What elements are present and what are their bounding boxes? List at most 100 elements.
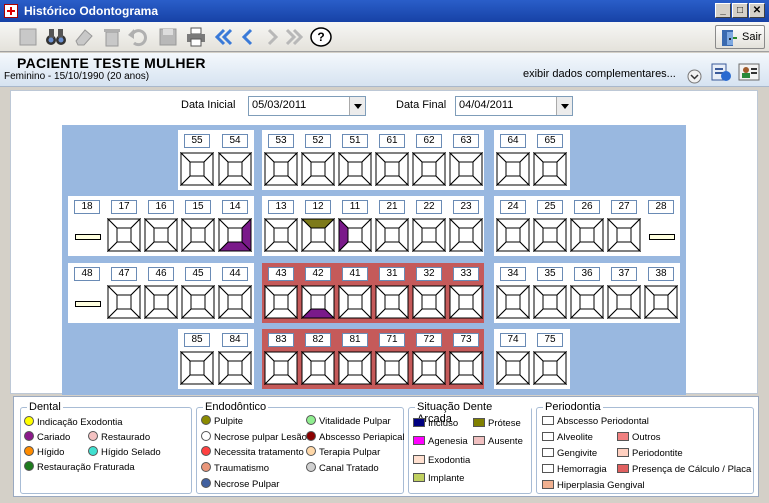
tooth-face-center[interactable] xyxy=(421,294,437,310)
tooth-11[interactable]: 11 xyxy=(338,200,372,254)
maximize-button[interactable]: □ xyxy=(732,3,748,18)
tooth-face-center[interactable] xyxy=(579,294,595,310)
tooth-45[interactable]: 45 xyxy=(181,267,215,321)
tooth-47[interactable]: 47 xyxy=(107,267,141,321)
tooth-15[interactable]: 15 xyxy=(181,200,215,254)
tooth-face-center[interactable] xyxy=(227,161,243,177)
tooth-71[interactable]: 71 xyxy=(375,333,409,387)
tooth-36[interactable]: 36 xyxy=(570,267,604,321)
tooth-face-center[interactable] xyxy=(227,360,243,376)
tooth-16[interactable]: 16 xyxy=(144,200,178,254)
tooth-17[interactable]: 17 xyxy=(107,200,141,254)
trash-icon[interactable] xyxy=(100,25,124,49)
tooth-face-center[interactable] xyxy=(347,227,363,243)
tooth-face-center[interactable] xyxy=(421,227,437,243)
tooth-83[interactable]: 83 xyxy=(264,333,298,387)
tooth-face-center[interactable] xyxy=(542,227,558,243)
tooth-face-center[interactable] xyxy=(653,294,669,310)
tooth-face-center[interactable] xyxy=(616,227,632,243)
tooth-face-center[interactable] xyxy=(421,360,437,376)
tooth-face-center[interactable] xyxy=(190,227,206,243)
tooth-face-center[interactable] xyxy=(273,360,289,376)
tooth-81[interactable]: 81 xyxy=(338,333,372,387)
tooth-54[interactable]: 54 xyxy=(218,134,252,188)
tooth-22[interactable]: 22 xyxy=(412,200,446,254)
tooth-35[interactable]: 35 xyxy=(533,267,567,321)
tooth-face-center[interactable] xyxy=(190,294,206,310)
tooth-84[interactable]: 84 xyxy=(218,333,252,387)
tooth-26[interactable]: 26 xyxy=(570,200,604,254)
print-icon[interactable] xyxy=(184,25,208,49)
tooth-face-center[interactable] xyxy=(227,227,243,243)
binoculars-icon[interactable] xyxy=(44,25,68,49)
tooth-43[interactable]: 43 xyxy=(264,267,298,321)
tooth-38[interactable]: 38 xyxy=(644,267,678,321)
patient-card-icon[interactable] xyxy=(710,61,732,86)
first-icon[interactable] xyxy=(212,25,236,49)
tooth-34[interactable]: 34 xyxy=(496,267,530,321)
tooth-25[interactable]: 25 xyxy=(533,200,567,254)
tooth-face-center[interactable] xyxy=(310,161,326,177)
tooth-18[interactable]: 18 xyxy=(70,200,104,254)
tooth-face-center[interactable] xyxy=(542,294,558,310)
tooth-face-center[interactable] xyxy=(384,294,400,310)
tooth-absent-marker[interactable] xyxy=(75,234,101,240)
tooth-82[interactable]: 82 xyxy=(301,333,335,387)
tooth-62[interactable]: 62 xyxy=(412,134,446,188)
tooth-face-center[interactable] xyxy=(384,161,400,177)
tooth-31[interactable]: 31 xyxy=(375,267,409,321)
tooth-12[interactable]: 12 xyxy=(301,200,335,254)
tooth-51[interactable]: 51 xyxy=(338,134,372,188)
tooth-33[interactable]: 33 xyxy=(449,267,483,321)
tooth-32[interactable]: 32 xyxy=(412,267,446,321)
tooth-face-center[interactable] xyxy=(421,161,437,177)
tooth-face-center[interactable] xyxy=(384,360,400,376)
tooth-74[interactable]: 74 xyxy=(496,333,530,387)
minimize-button[interactable]: _ xyxy=(715,3,731,18)
next-icon[interactable] xyxy=(260,25,284,49)
tooth-72[interactable]: 72 xyxy=(412,333,446,387)
tooth-face-center[interactable] xyxy=(227,294,243,310)
expand-icon[interactable] xyxy=(687,69,702,87)
tooth-face-center[interactable] xyxy=(505,360,521,376)
tooth-48[interactable]: 48 xyxy=(70,267,104,321)
tooth-face-center[interactable] xyxy=(273,294,289,310)
tooth-65[interactable]: 65 xyxy=(533,134,567,188)
tooth-face-center[interactable] xyxy=(505,227,521,243)
tooth-face-center[interactable] xyxy=(347,360,363,376)
tooth-face-center[interactable] xyxy=(310,360,326,376)
new-icon[interactable] xyxy=(16,25,40,49)
tooth-41[interactable]: 41 xyxy=(338,267,372,321)
end-date-field[interactable]: 04/04/2011 xyxy=(455,96,573,116)
tooth-42[interactable]: 42 xyxy=(301,267,335,321)
tooth-face-center[interactable] xyxy=(189,360,205,376)
tooth-75[interactable]: 75 xyxy=(533,333,567,387)
eraser-icon[interactable] xyxy=(72,25,96,49)
tooth-face-center[interactable] xyxy=(273,227,289,243)
tooth-absent-marker[interactable] xyxy=(649,234,675,240)
tooth-face-center[interactable] xyxy=(189,161,205,177)
tooth-64[interactable]: 64 xyxy=(496,134,530,188)
tooth-face-center[interactable] xyxy=(542,161,558,177)
previous-icon[interactable] xyxy=(236,25,260,49)
last-icon[interactable] xyxy=(282,25,306,49)
tooth-face-center[interactable] xyxy=(384,227,400,243)
tooth-face-center[interactable] xyxy=(347,161,363,177)
tooth-24[interactable]: 24 xyxy=(496,200,530,254)
tooth-37[interactable]: 37 xyxy=(607,267,641,321)
tooth-absent-marker[interactable] xyxy=(75,301,101,307)
tooth-face-center[interactable] xyxy=(458,294,474,310)
tooth-face-center[interactable] xyxy=(542,360,558,376)
tooth-27[interactable]: 27 xyxy=(607,200,641,254)
tooth-face-center[interactable] xyxy=(116,294,132,310)
tooth-face-center[interactable] xyxy=(153,227,169,243)
close-button[interactable]: ✕ xyxy=(749,3,765,18)
tooth-46[interactable]: 46 xyxy=(144,267,178,321)
tooth-face-center[interactable] xyxy=(579,227,595,243)
tooth-face-center[interactable] xyxy=(505,161,521,177)
tooth-face-center[interactable] xyxy=(310,294,326,310)
tooth-face-center[interactable] xyxy=(458,161,474,177)
tooth-23[interactable]: 23 xyxy=(449,200,483,254)
tooth-63[interactable]: 63 xyxy=(449,134,483,188)
sair-button[interactable]: Sair xyxy=(715,25,765,49)
